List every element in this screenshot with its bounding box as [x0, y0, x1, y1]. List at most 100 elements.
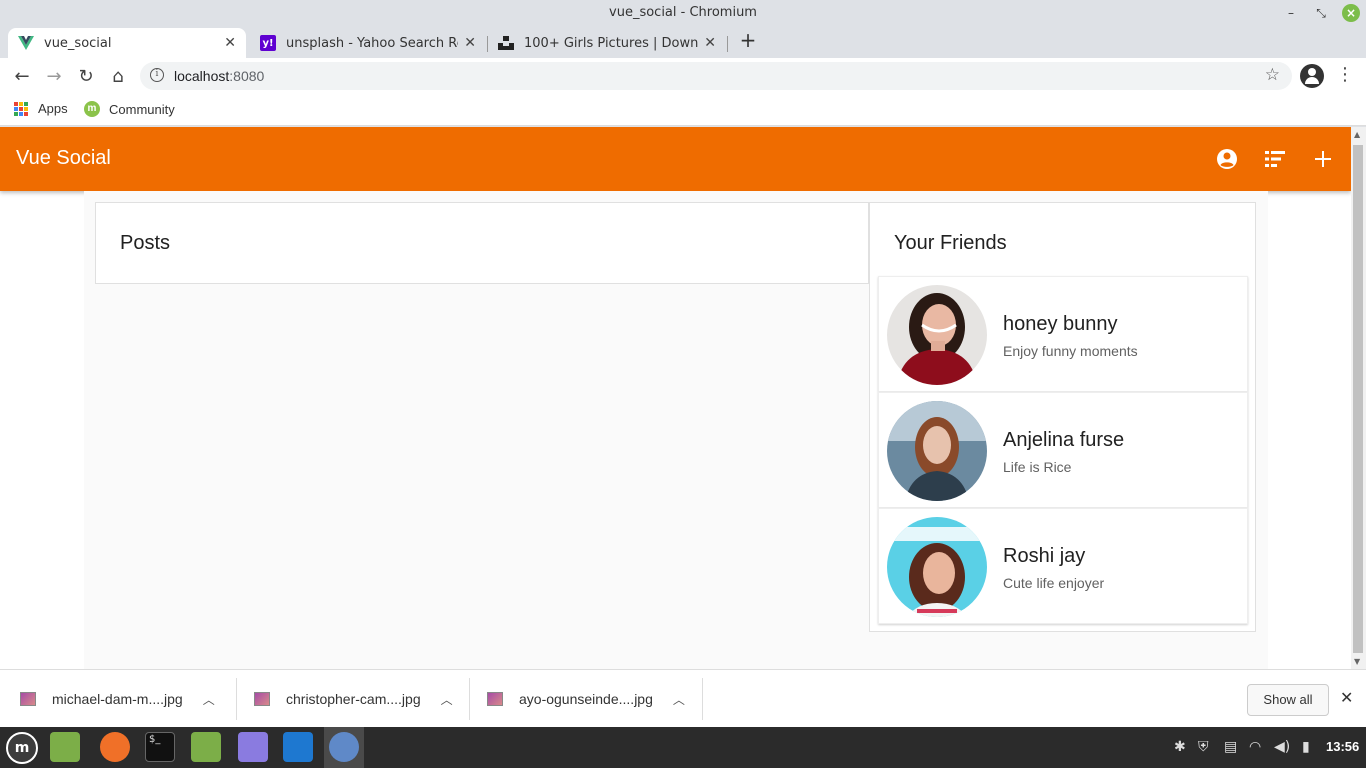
page-viewport: Vue Social Posts Your Friends honey bunn…: [0, 127, 1351, 669]
wifi-icon[interactable]: ◠: [1249, 739, 1261, 755]
tab-yahoo-search[interactable]: y! unsplash - Yahoo Search Resul ✕: [250, 28, 486, 58]
show-all-button[interactable]: Show all: [1247, 684, 1329, 716]
linux-mint-icon: m: [84, 101, 100, 117]
browser-menu-icon[interactable]: ⋮: [1336, 64, 1354, 85]
tab-close-icon[interactable]: ✕: [224, 35, 236, 51]
avatar: [887, 285, 987, 385]
divider: [702, 678, 703, 720]
unsplash-icon: [498, 35, 514, 51]
bookmark-label: Community: [109, 101, 175, 117]
friend-item[interactable]: honey bunny Enjoy funny moments: [878, 276, 1248, 392]
files-icon[interactable]: [50, 732, 80, 762]
new-tab-button[interactable]: +: [736, 28, 760, 52]
profile-icon[interactable]: [1300, 64, 1324, 88]
home-icon[interactable]: ⌂: [106, 64, 130, 88]
app-brand[interactable]: Vue Social: [16, 147, 111, 170]
bookmark-label: Apps: [38, 101, 68, 116]
clipboard-icon[interactable]: ▤: [1224, 739, 1237, 755]
browser-toolbar: ← → ↻ ⌂ i localhost:8080 ☆: [0, 58, 1366, 94]
terminal-icon[interactable]: $_: [145, 732, 175, 762]
page-scrollbar[interactable]: ▲ ▼: [1351, 127, 1366, 669]
download-item[interactable]: ayo-ogunseinde....jpg ︿: [487, 670, 685, 728]
folder-icon[interactable]: [191, 732, 221, 762]
url-port: :8080: [229, 68, 265, 84]
posts-card: Posts: [95, 202, 869, 284]
friends-card: Your Friends honey bunny Enjoy funny mom…: [869, 202, 1256, 632]
vscode-icon[interactable]: [283, 732, 313, 762]
image-file-icon: [20, 692, 36, 706]
close-icon[interactable]: ✕: [1340, 688, 1353, 707]
image-file-icon: [254, 692, 270, 706]
divider: [469, 678, 470, 720]
tab-separator: [727, 36, 728, 52]
close-window-button[interactable]: ×: [1342, 4, 1360, 22]
download-filename: christopher-cam....jpg: [286, 691, 421, 707]
minimize-button[interactable]: –: [1282, 4, 1300, 22]
address-bar[interactable]: i localhost:8080 ☆: [140, 62, 1292, 90]
avatar: [887, 401, 987, 501]
friend-name: Anjelina furse: [1003, 429, 1125, 451]
vue-icon: [18, 35, 34, 51]
reload-icon[interactable]: ↻: [74, 64, 98, 88]
tab-strip: vue_social ✕ y! unsplash - Yahoo Search …: [0, 26, 1366, 58]
friend-bio: Cute life enjoyer: [1003, 575, 1105, 591]
chromium-icon[interactable]: [329, 732, 359, 762]
scroll-down-icon[interactable]: ▼: [1354, 657, 1360, 666]
divider: [236, 678, 237, 720]
address-url[interactable]: localhost:8080: [174, 68, 264, 84]
downloads-bar: michael-dam-m....jpg ︿ christopher-cam..…: [0, 669, 1366, 727]
yahoo-icon: y!: [260, 35, 276, 51]
friend-item[interactable]: Anjelina furse Life is Rice: [878, 392, 1248, 508]
app-bar: Vue Social: [0, 127, 1351, 191]
tab-title: unsplash - Yahoo Search Resul: [286, 35, 458, 51]
bluetooth-icon[interactable]: ✱: [1174, 739, 1186, 755]
tab-girls-pictures[interactable]: 100+ Girls Pictures | Downloa ✕: [488, 28, 726, 58]
friend-bio: Enjoy funny moments: [1003, 343, 1138, 359]
friend-bio: Life is Rice: [1003, 459, 1072, 475]
tab-close-icon[interactable]: ✕: [704, 35, 716, 51]
account-circle-icon[interactable]: [1215, 147, 1239, 171]
chevron-up-icon[interactable]: ︿: [203, 691, 215, 708]
tab-close-icon[interactable]: ✕: [464, 35, 476, 51]
menu-launcher-icon[interactable]: m: [6, 732, 38, 764]
restore-button[interactable]: ⤡: [1312, 4, 1330, 22]
friend-name: honey bunny: [1003, 313, 1118, 335]
volume-icon[interactable]: ◀): [1274, 739, 1290, 755]
apps-grid-icon: [14, 101, 28, 116]
bookmark-apps[interactable]: Apps: [14, 101, 68, 116]
download-item[interactable]: christopher-cam....jpg ︿: [254, 670, 453, 728]
url-host: localhost: [174, 68, 230, 84]
scroll-up-icon[interactable]: ▲: [1354, 130, 1360, 139]
site-info-icon[interactable]: i: [150, 68, 164, 82]
posts-title: Posts: [120, 232, 171, 254]
window-title: vue_social - Chromium: [609, 5, 757, 20]
image-file-icon: [487, 692, 503, 706]
text-editor-icon[interactable]: [238, 732, 268, 762]
bookmark-community[interactable]: m Community: [84, 101, 175, 117]
friends-title: Your Friends: [894, 232, 1007, 254]
chevron-up-icon[interactable]: ︿: [673, 691, 685, 708]
download-filename: michael-dam-m....jpg: [52, 691, 183, 707]
add-icon[interactable]: [1311, 147, 1335, 171]
forward-arrow-icon[interactable]: →: [42, 64, 66, 88]
scroll-thumb[interactable]: [1353, 145, 1363, 653]
download-filename: ayo-ogunseinde....jpg: [519, 691, 653, 707]
os-taskbar: m $_ ✱ ⛨ ▤ ◠ ◀) ▮ 13:56: [0, 727, 1366, 768]
shield-icon[interactable]: ⛨: [1198, 739, 1209, 755]
firefox-icon[interactable]: [100, 732, 130, 762]
bookmark-star-icon[interactable]: ☆: [1265, 65, 1280, 85]
bookmarks-bar: Apps m Community: [0, 94, 1366, 126]
friend-item[interactable]: Roshi jay Cute life enjoyer: [878, 508, 1248, 624]
window-titlebar: vue_social - Chromium – ⤡ ×: [0, 0, 1366, 26]
download-item[interactable]: michael-dam-m....jpg ︿: [20, 670, 215, 728]
sort-icon[interactable]: [1263, 147, 1287, 171]
tab-vue-social[interactable]: vue_social ✕: [8, 28, 246, 58]
tab-title: vue_social: [44, 35, 112, 51]
chevron-up-icon[interactable]: ︿: [441, 691, 453, 708]
back-arrow-icon[interactable]: ←: [10, 64, 34, 88]
avatar: [887, 517, 987, 617]
friend-name: Roshi jay: [1003, 545, 1086, 567]
clock[interactable]: 13:56: [1326, 739, 1359, 754]
tab-title: 100+ Girls Pictures | Downloa: [524, 35, 699, 51]
battery-icon[interactable]: ▮: [1302, 739, 1310, 755]
